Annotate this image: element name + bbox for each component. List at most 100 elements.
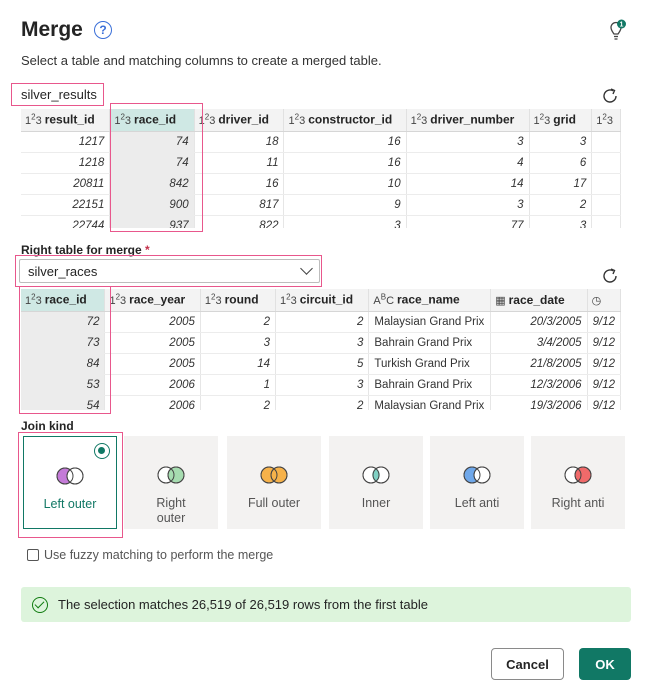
svg-text:1: 1 xyxy=(620,22,624,29)
left-key-column-highlight xyxy=(110,103,203,232)
table-cell: Turkish Grand Prix xyxy=(368,353,492,375)
left-table-column-header[interactable]: 123 xyxy=(591,109,621,132)
left-table-column-header[interactable]: 123 constructor_id xyxy=(283,109,407,132)
lightbulb-icon[interactable]: 1 xyxy=(607,19,627,41)
table-cell: 2 xyxy=(200,395,277,410)
check-circle-icon xyxy=(32,596,48,613)
left-table-column-header[interactable]: 123 driver_id xyxy=(194,109,285,132)
table-cell: 20811 xyxy=(21,173,111,195)
right-table-dropdown[interactable]: silver_races xyxy=(19,259,320,283)
cancel-button[interactable]: Cancel xyxy=(491,648,564,680)
number-type-icon: 123 xyxy=(410,112,428,128)
table-cell: 22744 xyxy=(21,215,111,228)
refresh-icon[interactable] xyxy=(600,266,620,286)
table-cell: 16 xyxy=(283,152,407,174)
column-name: grid xyxy=(553,113,576,128)
column-name: circuit_id xyxy=(299,293,354,308)
match-status-text: The selection matches 26,519 of 26,519 r… xyxy=(58,597,428,612)
right-table-column-header[interactable]: ABC race_name xyxy=(368,289,492,312)
join-kind-option[interactable]: Right anti xyxy=(531,436,625,529)
chevron-down-icon xyxy=(300,262,313,275)
right-table-column-header[interactable]: 123 round xyxy=(200,289,277,312)
table-cell: 17 xyxy=(529,173,593,195)
table-cell: 3 xyxy=(406,194,530,216)
table-cell: 6 xyxy=(529,152,593,174)
table-cell: 14 xyxy=(200,353,277,375)
right-table-selected: silver_races xyxy=(28,263,98,279)
table-cell: 3 xyxy=(200,332,277,354)
table-cell: 3 xyxy=(529,215,593,228)
right-table-column-header[interactable]: 123 circuit_id xyxy=(275,289,370,312)
number-type-icon: 123 xyxy=(109,292,127,308)
table-cell: 1218 xyxy=(21,152,111,174)
selected-radio-icon xyxy=(94,443,110,459)
table-cell xyxy=(591,152,621,174)
table-cell: 9/12 xyxy=(587,395,621,410)
dialog-title: Merge xyxy=(21,18,83,41)
right-table-column-header[interactable]: ◷ xyxy=(587,289,621,312)
number-type-icon: 123 xyxy=(288,112,306,128)
join-kind-option-label: Full outer xyxy=(247,496,301,510)
table-cell: 3 xyxy=(283,215,407,228)
clock-icon: ◷ xyxy=(591,294,602,307)
calendar-icon: ▦ xyxy=(495,294,506,307)
table-cell: 19/3/2006 xyxy=(490,395,588,410)
left-table-name: silver_results xyxy=(11,83,104,106)
table-cell: 4 xyxy=(406,152,530,174)
right-table-column-header[interactable]: 123 race_year xyxy=(104,289,201,312)
table-cell: 5 xyxy=(275,353,370,375)
ok-button[interactable]: OK xyxy=(579,648,631,680)
venn-diagram-icon xyxy=(259,466,289,484)
join-kind-option[interactable]: Right outer xyxy=(124,436,218,529)
table-cell: 14 xyxy=(406,173,530,195)
column-name: driver_id xyxy=(218,113,270,128)
join-kind-option[interactable]: Left outer xyxy=(23,436,117,529)
table-cell: 817 xyxy=(194,194,285,216)
venn-diagram-icon xyxy=(55,467,85,485)
match-status-banner: The selection matches 26,519 of 26,519 r… xyxy=(21,587,631,622)
number-type-icon: 123 xyxy=(280,292,297,308)
fuzzy-matching-option[interactable]: Use fuzzy matching to perform the merge xyxy=(27,548,273,562)
column-name: race_name xyxy=(397,293,460,308)
table-cell: 11 xyxy=(194,152,285,174)
fuzzy-checkbox[interactable] xyxy=(27,549,39,561)
left-table-column-header[interactable]: 123 grid xyxy=(529,109,593,132)
table-cell: 2005 xyxy=(104,353,201,375)
join-kind-option[interactable]: Full outer xyxy=(227,436,321,529)
left-table-column-header[interactable]: 123 driver_number xyxy=(406,109,530,132)
help-icon[interactable]: ? xyxy=(94,21,112,39)
column-name: round xyxy=(224,293,259,308)
table-cell xyxy=(591,131,621,153)
table-cell: 1 xyxy=(200,374,277,396)
right-table-preview: 123 race_id 123 race_year 123 round 123 circuit… xyxy=(21,289,621,410)
table-cell: 2005 xyxy=(104,332,201,354)
table-cell: 22151 xyxy=(21,194,111,216)
left-table-column-header[interactable]: 123 result_id xyxy=(21,109,111,132)
table-cell: 2 xyxy=(529,194,593,216)
table-cell xyxy=(591,173,621,195)
dialog-subtitle: Select a table and matching columns to c… xyxy=(21,53,382,68)
join-kind-option-label: Left outer xyxy=(43,497,97,511)
table-cell: 16 xyxy=(283,131,407,153)
join-kind-option-label: Left anti xyxy=(454,496,500,510)
right-table-column-header[interactable]: ▦ race_date xyxy=(490,289,588,312)
join-kind-option[interactable]: Inner xyxy=(329,436,423,529)
table-cell: 9 xyxy=(283,194,407,216)
column-name: race_date xyxy=(508,292,565,307)
number-type-icon: 123 xyxy=(25,112,42,128)
table-cell: 20/3/2005 xyxy=(490,311,588,333)
column-name: race_year xyxy=(129,293,186,308)
table-cell: 9/12 xyxy=(587,374,621,396)
table-cell: 2005 xyxy=(104,311,201,333)
table-cell: 2 xyxy=(275,395,370,410)
table-cell: 2 xyxy=(200,311,277,333)
column-name: result_id xyxy=(44,113,95,128)
refresh-icon[interactable] xyxy=(600,86,620,106)
column-name: constructor_id xyxy=(308,113,393,128)
table-cell: 2 xyxy=(275,311,370,333)
join-kind-option-label: Inner xyxy=(361,496,391,510)
join-kind-label: Join kind xyxy=(21,419,74,433)
join-kind-option[interactable]: Left anti xyxy=(430,436,524,529)
table-cell: 3/4/2005 xyxy=(490,332,588,354)
table-cell: 3 xyxy=(275,374,370,396)
